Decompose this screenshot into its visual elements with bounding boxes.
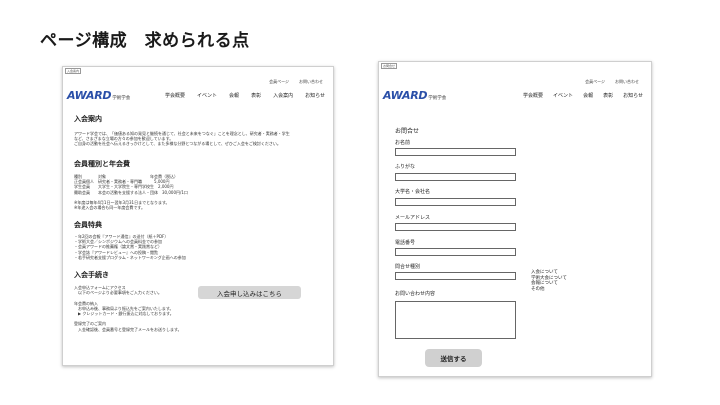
logo-subtitle: 学術学会	[112, 96, 131, 101]
furigana-field[interactable]	[395, 173, 516, 181]
organization-label: 大学名・会社名	[395, 189, 431, 195]
nav-item-events[interactable]: イベント	[197, 92, 217, 99]
section-heading: 会員特典	[74, 221, 102, 229]
utility-links: 会員ページ お問い合わせ	[269, 79, 323, 85]
procedure-steps: 入会申込フォームにアクセス 以下のページより必要事項をご入力ください。 年会費の…	[74, 285, 182, 332]
inquiry-type-options: 入会について 学術大会について 会報について その他	[531, 270, 567, 292]
nav-item-news[interactable]: お知らせ	[623, 92, 643, 99]
furigana-label: ふりがな	[395, 164, 416, 170]
submit-button[interactable]: 送信する	[425, 349, 482, 367]
main-nav: 学会概要 イベント 会報 表彰 お知らせ	[513, 92, 643, 99]
nav-item-bulletin[interactable]: 会報	[229, 92, 239, 99]
organization-field[interactable]	[395, 198, 516, 206]
name-label: お名前	[395, 140, 411, 146]
fee-table: 種別 対象 年会費（税込） 正会員個人 研究者・実務者・専門職 5,000円 学…	[74, 174, 188, 211]
phone-label: 電話番号	[395, 240, 416, 246]
page-tag: 入会案内	[65, 68, 82, 74]
site-logo[interactable]: AWARD 学術学会	[67, 89, 130, 102]
nav-item-awards[interactable]: 表彰	[251, 92, 261, 99]
site-logo[interactable]: AWARD 学術学会	[383, 89, 446, 102]
nav-item-events[interactable]: イベント	[553, 92, 573, 99]
dropdown-option[interactable]: その他	[531, 287, 567, 293]
page-tag: お問合せ	[381, 63, 398, 69]
name-field[interactable]	[395, 148, 516, 156]
phone-field[interactable]	[395, 248, 516, 256]
site-header: AWARD 学術学会 学会概要 イベント 会報 表彰 お知らせ	[383, 89, 643, 102]
logo-wordmark: AWARD	[67, 89, 112, 102]
message-textarea[interactable]	[395, 301, 516, 339]
member-page-link[interactable]: 会員ページ	[269, 79, 289, 85]
nav-item-bulletin[interactable]: 会報	[583, 92, 593, 99]
email-field[interactable]	[395, 223, 516, 231]
membership-page-mockup: 入会案内 会員ページ お問い合わせ AWARD 学術学会 学会概要 イベント 会…	[62, 66, 334, 366]
slide-title: ページ構成 求められる点	[40, 31, 250, 51]
contact-page-mockup: お問合せ 会員ページ お問い合わせ AWARD 学術学会 学会概要 イベント 会…	[378, 61, 652, 377]
utility-links: 会員ページ お問い合わせ	[585, 79, 639, 85]
section-body: アワード学会では、「価値ある知の発見と継続を通じて、社会と未来をつなぐ」ことを理…	[74, 131, 290, 147]
section-heading: 会員種別と年会費	[74, 160, 130, 168]
nav-item-about[interactable]: 学会概要	[523, 92, 543, 99]
form-title: お問合せ	[395, 128, 420, 135]
inquiry-type-select[interactable]	[395, 272, 516, 280]
main-nav: 学会概要 イベント 会報 表彰 入会案内 お知らせ	[153, 92, 325, 99]
site-header: AWARD 学術学会 学会概要 イベント 会報 表彰 入会案内 お知らせ	[67, 89, 325, 102]
section-heading: 入会手続き	[74, 271, 109, 279]
contact-link[interactable]: お問い合わせ	[615, 79, 639, 85]
nav-item-membership[interactable]: 入会案内	[273, 92, 293, 99]
nav-item-about[interactable]: 学会概要	[165, 92, 185, 99]
inquiry-type-label: 問合せ種別	[395, 264, 421, 270]
email-label: メールアドレス	[395, 215, 431, 221]
apply-button[interactable]: 入会申し込みはこちら	[198, 286, 301, 299]
nav-item-news[interactable]: お知らせ	[305, 92, 325, 99]
contact-link[interactable]: お問い合わせ	[299, 79, 323, 85]
logo-subtitle: 学術学会	[428, 96, 447, 101]
member-page-link[interactable]: 会員ページ	[585, 79, 605, 85]
nav-item-awards[interactable]: 表彰	[603, 92, 613, 99]
section-heading: 入会案内	[74, 115, 102, 123]
message-label: お問い合わせ内容	[395, 291, 436, 297]
logo-wordmark: AWARD	[383, 89, 428, 102]
benefits-list: ・年2回の会報『アワード通信』の送付（紙＋PDF） ・学術大会／シンポジウムへの…	[74, 234, 186, 260]
